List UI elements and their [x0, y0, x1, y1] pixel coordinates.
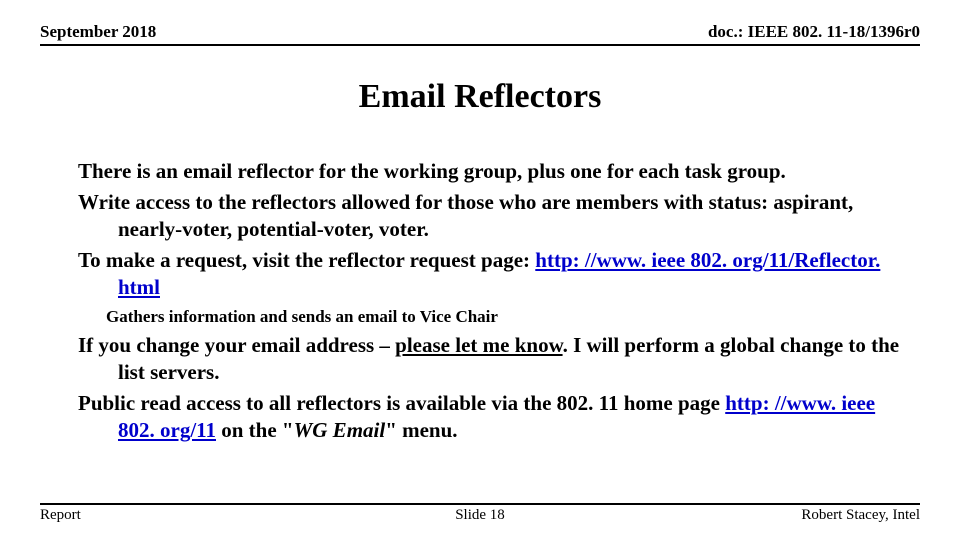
body-p5a: Public read access to all reflectors is … — [78, 391, 725, 415]
footer-center: Slide 18 — [455, 507, 505, 524]
slide-body: There is an email reflector for the work… — [78, 158, 906, 448]
slide-header: September 2018 doc.: IEEE 802. 11-18/139… — [40, 22, 920, 46]
body-p3-text: To make a request, visit the reflector r… — [78, 248, 530, 272]
body-paragraph-5: Public read access to all reflectors is … — [78, 390, 906, 444]
footer-left: Report — [40, 507, 81, 524]
body-subnote: Gathers information and sends an email t… — [106, 306, 906, 328]
body-p5-italic: WG Email — [294, 418, 386, 442]
body-paragraph-1: There is an email reflector for the work… — [78, 158, 906, 185]
slide-footer: Report Slide 18 Robert Stacey, Intel — [40, 503, 920, 524]
body-paragraph-2: Write access to the reflectors allowed f… — [78, 189, 906, 243]
body-p4-underline: please let me know — [395, 333, 562, 357]
header-docid: doc.: IEEE 802. 11-18/1396r0 — [708, 22, 920, 42]
body-p4a: If you change your email address – — [78, 333, 395, 357]
body-p5b: on the " — [216, 418, 294, 442]
body-paragraph-3: To make a request, visit the reflector r… — [78, 247, 906, 301]
header-date: September 2018 — [40, 22, 156, 42]
body-paragraph-4: If you change your email address – pleas… — [78, 332, 906, 386]
slide-title: Email Reflectors — [0, 78, 960, 116]
slide-container: September 2018 doc.: IEEE 802. 11-18/139… — [0, 0, 960, 540]
body-p5c: " menu. — [385, 418, 457, 442]
footer-right: Robert Stacey, Intel — [801, 507, 920, 524]
